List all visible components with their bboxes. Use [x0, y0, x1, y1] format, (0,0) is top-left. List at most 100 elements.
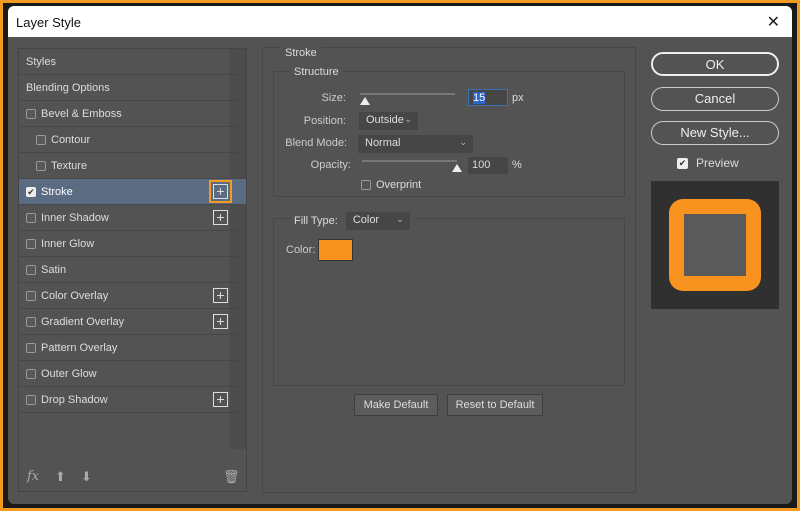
- structure-title: Structure: [290, 66, 343, 78]
- chevron-down-icon: ⌄: [396, 214, 404, 224]
- sidebar-item-inner-glow[interactable]: Inner Glow: [19, 231, 246, 257]
- make-default-button[interactable]: Make Default: [354, 394, 438, 416]
- close-icon[interactable]: ✕: [767, 12, 780, 32]
- styles-list-panel: Styles Blending Options Bevel & Emboss Cont…: [18, 48, 247, 492]
- title-bar: Layer Style ✕: [8, 6, 792, 37]
- reset-to-default-button[interactable]: Reset to Default: [447, 394, 543, 416]
- preview-label: Preview: [696, 156, 739, 170]
- checkbox-icon[interactable]: [26, 342, 36, 353]
- position-select[interactable]: Outside ⌄: [359, 112, 418, 130]
- trash-icon[interactable]: 🗑: [223, 469, 240, 485]
- sidebar-item-color-overlay[interactable]: Color Overlay +: [19, 283, 246, 309]
- checkbox-icon: [361, 180, 371, 190]
- fx-button[interactable]: fx: [27, 469, 39, 484]
- preview-thumbnail: [651, 181, 779, 309]
- sidebar-item-label: Drop Shadow: [41, 393, 108, 406]
- preview-inner: [684, 214, 746, 276]
- add-icon[interactable]: +: [213, 288, 228, 303]
- position-label: Position:: [303, 115, 346, 127]
- blend-mode-select[interactable]: Normal ⌄: [358, 135, 473, 153]
- sidebar-item-outer-glow[interactable]: Outer Glow: [19, 361, 246, 387]
- sidebar-item-label: Bevel & Emboss: [41, 107, 122, 120]
- fill-type-value: Color: [352, 214, 380, 226]
- checkbox-icon[interactable]: [26, 368, 36, 379]
- structure-group: Structure Size: 15 px Position: Outside ⌄…: [273, 66, 625, 197]
- opacity-input[interactable]: 100: [468, 157, 508, 174]
- preview-shape: [669, 199, 761, 291]
- opacity-unit: %: [512, 159, 522, 171]
- sidebar-item-satin[interactable]: Satin: [19, 257, 246, 283]
- styles-footer: fx ⬆ ⬇ 🗑: [19, 461, 246, 491]
- opacity-label: Opacity:: [310, 159, 351, 171]
- checkbox-icon[interactable]: [26, 316, 36, 327]
- opacity-slider[interactable]: [362, 160, 457, 162]
- add-icon[interactable]: +: [213, 314, 228, 329]
- stroke-panel: Stroke Structure Size: 15 px Position: O…: [262, 47, 636, 493]
- fill-type-select[interactable]: Color ⌄: [345, 212, 410, 230]
- checkbox-icon[interactable]: [26, 238, 36, 249]
- sidebar-item-texture[interactable]: Texture: [19, 153, 246, 179]
- sidebar-item-label: Contour: [51, 133, 91, 146]
- ok-button[interactable]: OK: [651, 52, 779, 76]
- sidebar-item-gradient-overlay[interactable]: Gradient Overlay +: [19, 309, 246, 335]
- sidebar-item-bevel-emboss[interactable]: Bevel & Emboss: [19, 101, 246, 127]
- checkbox-icon[interactable]: [26, 394, 36, 405]
- fill-type-group: Fill Type: Color ⌄ Color:: [273, 212, 625, 386]
- sidebar-item-stroke[interactable]: ✔ Stroke +: [19, 179, 246, 205]
- sidebar-item-label: Pattern Overlay: [41, 341, 118, 354]
- checkbox-icon[interactable]: [36, 160, 46, 171]
- add-icon[interactable]: +: [209, 180, 232, 203]
- fill-type-label: Fill Type:: [294, 215, 338, 227]
- sidebar-item-label: Texture: [51, 159, 88, 172]
- checkbox-icon[interactable]: [36, 134, 46, 145]
- blend-mode-value: Normal: [365, 137, 401, 149]
- checkmark-icon: ✔: [677, 157, 688, 169]
- move-down-icon[interactable]: ⬇: [81, 469, 92, 485]
- move-up-icon[interactable]: ⬆: [55, 469, 66, 485]
- sidebar-item-drop-shadow[interactable]: Drop Shadow +: [19, 387, 246, 413]
- fill-type-row: Fill Type: Color ⌄: [290, 212, 416, 230]
- sidebar-item-label: Color Overlay: [41, 289, 109, 302]
- sidebar-item-inner-shadow[interactable]: Inner Shadow +: [19, 205, 246, 231]
- sidebar-item-label: Outer Glow: [41, 367, 97, 380]
- new-style-button[interactable]: New Style...: [651, 121, 779, 145]
- sidebar-item-label: Inner Shadow: [41, 211, 109, 224]
- dialog-title: Layer Style: [16, 15, 82, 30]
- sidebar-item-label: Gradient Overlay: [41, 315, 125, 328]
- sidebar-item-blending-options[interactable]: Blending Options: [19, 75, 246, 101]
- blend-mode-label: Blend Mode:: [285, 137, 347, 149]
- position-value: Outside: [366, 114, 404, 126]
- chevron-down-icon: ⌄: [459, 137, 467, 147]
- size-value: 15: [473, 92, 486, 104]
- opacity-slider-thumb[interactable]: [452, 164, 462, 172]
- chevron-down-icon: ⌄: [404, 114, 412, 124]
- layer-style-dialog: Layer Style ✕ Styles Blending Options Beve…: [8, 6, 792, 504]
- checkbox-icon[interactable]: [26, 108, 36, 119]
- overprint-label: Overprint: [376, 179, 422, 191]
- stroke-title: Stroke: [281, 47, 321, 59]
- checkbox-icon[interactable]: [26, 212, 36, 223]
- sidebar-item-styles[interactable]: Styles: [19, 49, 246, 75]
- sidebar-item-label: Inner Glow: [41, 237, 95, 250]
- checkbox-icon[interactable]: [26, 264, 36, 275]
- size-label: Size:: [321, 92, 346, 104]
- cancel-button[interactable]: Cancel: [651, 87, 779, 111]
- color-swatch[interactable]: [318, 239, 353, 261]
- add-icon[interactable]: +: [213, 210, 228, 225]
- size-unit: px: [512, 92, 524, 104]
- checkbox-icon[interactable]: ✔: [26, 186, 36, 197]
- add-icon[interactable]: +: [213, 392, 228, 407]
- overprint-checkbox[interactable]: Overprint: [361, 179, 421, 191]
- sidebar-item-contour[interactable]: Contour: [19, 127, 246, 153]
- checkbox-icon[interactable]: [26, 290, 36, 301]
- sidebar-item-pattern-overlay[interactable]: Pattern Overlay: [19, 335, 246, 361]
- size-slider[interactable]: [360, 93, 455, 95]
- color-label: Color:: [286, 244, 316, 256]
- size-slider-thumb[interactable]: [359, 97, 370, 105]
- sidebar-item-label: Stroke: [41, 185, 73, 198]
- sidebar-item-label: Styles: [26, 55, 56, 68]
- sidebar-item-label: Blending Options: [26, 81, 110, 94]
- preview-checkbox[interactable]: ✔ Preview: [677, 156, 739, 170]
- size-input[interactable]: 15: [468, 89, 508, 106]
- sidebar-item-label: Satin: [41, 263, 67, 276]
